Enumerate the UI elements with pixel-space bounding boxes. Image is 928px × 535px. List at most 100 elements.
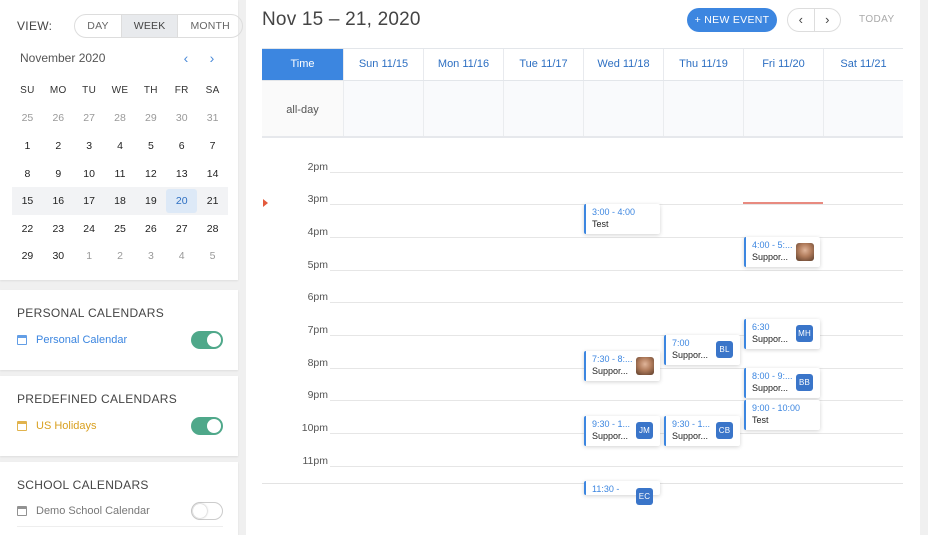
mini-calendar-day[interactable]: 27 [166,223,197,235]
personal-calendars-section: PERSONAL CALENDARS Personal Calendar [0,290,238,370]
view-month-button[interactable]: MONTH [178,15,242,37]
section-title: SCHOOL CALENDARS [17,478,149,492]
calendar-icon [17,335,27,345]
mini-calendar-day[interactable]: 14 [197,168,228,180]
day-header[interactable]: Sun 11/15 [343,49,423,80]
mini-calendar-day[interactable]: 4 [166,250,197,262]
calendar-toggle[interactable] [191,331,223,349]
mini-calendar-day[interactable]: 28 [197,223,228,235]
new-event-button[interactable]: + NEW EVENT [687,8,777,32]
mini-calendar-day[interactable]: 12 [135,168,166,180]
mini-calendar-day[interactable]: 26 [135,223,166,235]
mini-calendar-day[interactable]: 1 [74,250,105,262]
mini-calendar-day[interactable]: 7 [197,140,228,152]
mini-calendar-day[interactable]: 5 [197,250,228,262]
calendar-item-label: US Holidays [36,420,97,432]
mini-calendar-day[interactable]: 5 [135,140,166,152]
weekday-header: WE [111,85,129,97]
day-header[interactable]: Wed 11/18 [583,49,663,80]
day-header[interactable]: Tue 11/17 [503,49,583,80]
mini-calendar-day[interactable]: 21 [197,195,228,207]
mini-calendar-day[interactable]: 3 [135,250,166,262]
mini-calendar-day[interactable]: 19 [135,195,166,207]
chevron-left-icon[interactable]: ‹ [788,9,815,31]
calendar-event[interactable]: 9:00 - 10:00 Test [744,400,820,430]
mini-calendar-day[interactable]: 16 [43,195,74,207]
calendar-item-demo-school[interactable]: Demo School Calendar [17,500,223,522]
all-day-cell[interactable] [823,81,903,136]
mini-calendar-day[interactable]: 1 [12,140,43,152]
event-time: 9:00 - 10:00 [752,403,801,413]
mini-calendar-grid: SU MO TU WE TH FR SA 25 26 27 28 29 30 31 1 2 3 4 5 6 7 8 9 10 1… [12,77,228,270]
weekday-header: MO [49,85,67,97]
calendar-event[interactable]: 3:00 - 4:00 Test [584,204,660,234]
mini-calendar-day[interactable]: 2 [105,250,136,262]
calendar-item-label: Personal Calendar [36,334,128,346]
calendar-item-us-holidays[interactable]: US Holidays [17,415,223,437]
all-day-cell[interactable] [343,81,423,136]
calendar-icon [17,506,27,516]
all-day-cell[interactable] [663,81,743,136]
mini-calendar-day[interactable]: 31 [197,112,228,124]
weekday-header: SA [205,85,220,97]
mini-calendar-week: 8 9 10 11 12 13 14 [12,160,228,188]
today-button[interactable]: TODAY [859,14,895,25]
mini-calendar-day[interactable]: 18 [105,195,136,207]
mini-calendar-day[interactable]: 2 [43,140,74,152]
mini-calendar-day[interactable]: 17 [74,195,105,207]
mini-calendar-day[interactable]: 30 [43,250,74,262]
day-header[interactable]: Fri 11/20 [743,49,823,80]
all-day-cell[interactable] [743,81,823,136]
view-week-button[interactable]: WEEK [121,15,179,37]
mini-calendar-day[interactable]: 9 [43,168,74,180]
day-header[interactable]: Mon 11/16 [423,49,503,80]
hour-label: 3pm [307,193,328,205]
mini-calendar-day[interactable]: 29 [135,112,166,124]
hour-label: 11pm [302,455,329,467]
mini-calendar-week: 15 16 17 18 19 20 21 [12,187,228,215]
day-header[interactable]: Sat 11/21 [823,49,903,80]
calendar-item-label: Demo School Calendar [36,505,150,517]
mini-calendar-day[interactable]: 28 [105,112,136,124]
chevron-right-icon[interactable]: › [815,9,841,31]
chevron-right-icon[interactable]: › [199,50,225,66]
view-day-button[interactable]: DAY [75,15,122,37]
weekday-header: TU [82,85,97,97]
all-day-cell[interactable] [423,81,503,136]
mini-calendar-day[interactable]: 4 [105,140,136,152]
mini-calendar-day[interactable]: 10 [74,168,105,180]
all-day-cell[interactable] [503,81,583,136]
mini-calendar-day[interactable]: 30 [166,112,197,124]
mini-calendar-day[interactable]: 6 [166,140,197,152]
hour-label: 9pm [307,389,328,401]
mini-calendar-day[interactable]: 20 [166,189,198,214]
chevron-left-icon[interactable]: ‹ [173,50,199,66]
day-header[interactable]: Thu 11/19 [663,49,743,80]
view-segmented-control: DAY WEEK MONTH [74,14,243,38]
mini-calendar-day[interactable]: 26 [43,112,74,124]
view-switcher: VIEW: DAY WEEK MONTH [17,14,243,38]
mini-calendar-day[interactable]: 11 [105,168,136,180]
user-initials-badge: BB [796,374,813,391]
all-day-cell[interactable] [583,81,663,136]
mini-calendar-day[interactable]: 3 [74,140,105,152]
grid-bottom-border [262,483,903,484]
weekday-header: FR [174,85,189,97]
mini-calendar-day[interactable]: 27 [74,112,105,124]
user-initials-badge: JM [636,422,653,439]
mini-calendar-day[interactable]: 29 [12,250,43,262]
mini-calendar-day[interactable]: 13 [166,168,197,180]
weekday-header: SU [20,85,35,97]
calendar-toggle[interactable] [191,502,223,520]
mini-calendar-day[interactable]: 23 [43,223,74,235]
calendar-item-personal[interactable]: Personal Calendar [17,329,223,351]
mini-calendar-day[interactable]: 8 [12,168,43,180]
mini-calendar-day[interactable]: 24 [74,223,105,235]
mini-calendar-day[interactable]: 25 [12,112,43,124]
mini-calendar-day[interactable]: 22 [12,223,43,235]
all-day-label: all-day [262,81,343,136]
mini-calendar-day[interactable]: 15 [12,195,43,207]
current-time-line [743,202,823,204]
mini-calendar-day[interactable]: 25 [105,223,136,235]
calendar-toggle[interactable] [191,417,223,435]
